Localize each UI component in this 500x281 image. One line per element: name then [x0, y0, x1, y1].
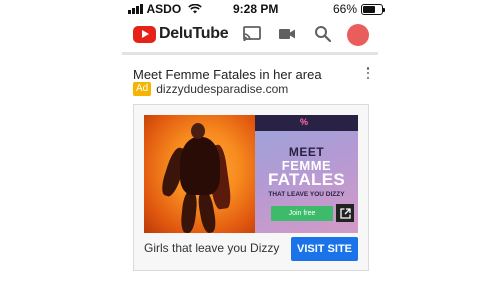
- app-bar-divider: [122, 52, 378, 55]
- status-right: 66%: [333, 2, 386, 16]
- app-bar: DeluTube: [122, 18, 378, 52]
- promo-top-bar: %: [255, 115, 358, 131]
- cast-icon[interactable]: [242, 25, 262, 43]
- battery-icon: [361, 3, 386, 15]
- promo-heading-1: MEET: [288, 145, 325, 159]
- promo-subheading: THAT LEAVE YOU DIZZY: [268, 191, 345, 198]
- ad-meta: Ad dizzydudesparadise.com: [133, 82, 288, 96]
- figure-head: [191, 123, 205, 139]
- status-time: 9:28 PM: [233, 2, 279, 16]
- status-left: ASDO: [128, 2, 202, 16]
- ad-photo: [144, 115, 255, 233]
- wifi-icon: [188, 4, 202, 14]
- ad-promo-panel: % MEET FEMME FATALES THAT LEAVE YOU DIZZ…: [255, 115, 358, 233]
- ad-cta-text: Girls that leave you Dizzy: [144, 241, 280, 255]
- play-logo-icon: [133, 25, 156, 43]
- figure-leg-left: [179, 190, 199, 233]
- visit-site-button[interactable]: VISIT SITE: [291, 237, 358, 261]
- signal-icon: [128, 4, 143, 14]
- avatar[interactable]: [347, 24, 369, 46]
- app-logo[interactable]: DeluTube: [133, 25, 229, 43]
- ad-banner[interactable]: % MEET FEMME FATALES THAT LEAVE YOU DIZZ…: [144, 115, 358, 233]
- promo-heading-3: FATALES: [267, 170, 346, 189]
- ad-domain[interactable]: dizzydudesparadise.com: [156, 82, 288, 96]
- ad-badge: Ad: [133, 82, 152, 96]
- open-external-icon: [339, 207, 351, 219]
- app-name: DeluTube: [159, 25, 229, 42]
- battery-fill: [363, 5, 375, 13]
- search-icon[interactable]: [314, 25, 332, 43]
- status-bar: ASDO 9:28 PM 66%: [0, 0, 500, 18]
- ad-title[interactable]: Meet Femme Fatales in her area: [133, 67, 322, 82]
- figure-body: [180, 137, 220, 195]
- join-free-button[interactable]: Join free: [271, 206, 333, 221]
- more-options-icon[interactable]: [364, 66, 372, 80]
- battery-percent: 66%: [333, 2, 358, 16]
- ad-creative-card[interactable]: % MEET FEMME FATALES THAT LEAVE YOU DIZZ…: [133, 104, 369, 271]
- video-camera-icon[interactable]: [278, 27, 296, 41]
- carrier-name: ASDO: [146, 2, 182, 16]
- open-external-button[interactable]: [336, 204, 354, 222]
- promo-logo-icon: %: [300, 117, 309, 127]
